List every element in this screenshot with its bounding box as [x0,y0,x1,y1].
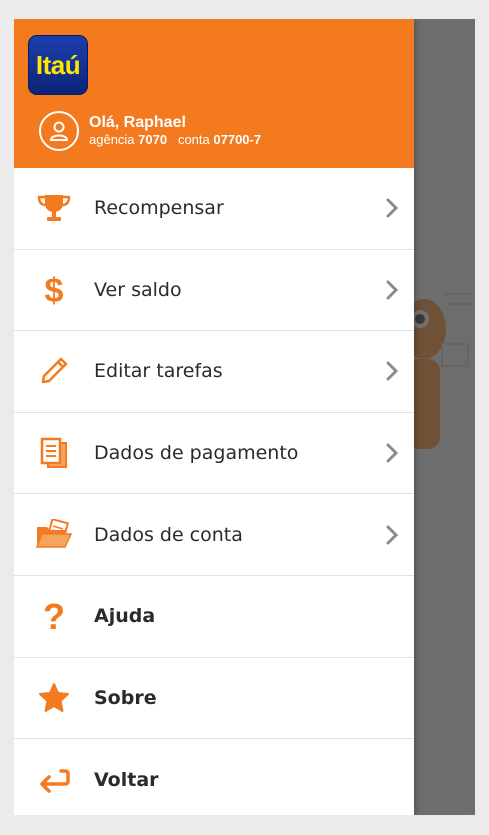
pencil-icon [14,351,94,391]
agency-label: agência [89,132,135,147]
menu-label: Editar tarefas [94,360,223,383]
chevron-right-icon [386,525,399,545]
menu-label: Ajuda [94,605,156,628]
agency-number: 7070 [138,132,168,147]
menu-item-ajuda[interactable]: ? Ajuda [14,576,414,658]
menu-label: Dados de pagamento [94,442,299,465]
documents-icon [14,433,94,473]
account-number: 07700-7 [213,132,262,147]
account-label: conta [177,132,210,147]
star-icon [14,678,94,718]
menu-label: Dados de conta [94,523,243,546]
itau-logo: Itaú [28,35,88,95]
menu-item-editar-tarefas[interactable]: Editar tarefas [14,331,414,413]
account-info: agência 7070 conta 07700-7 [89,132,261,148]
back-arrow-icon [14,760,94,800]
menu-item-ver-saldo[interactable]: $ Ver saldo [14,250,414,332]
svg-text:$: $ [45,272,64,308]
user-avatar-icon [39,111,79,151]
user-text: Olá, Raphael agência 7070 conta 07700-7 [89,114,261,148]
drawer-menu: Recompensar $ Ver saldo Editar tarefas D… [14,168,414,815]
drawer-overlay[interactable] [414,19,475,815]
drawer-header: Itaú Olá, Raphael agência 7070 conta 077… [14,19,414,168]
chevron-right-icon [386,198,399,218]
menu-item-dados-de-conta[interactable]: Dados de conta [14,494,414,576]
menu-label: Voltar [94,768,159,791]
chevron-right-icon [386,361,399,381]
menu-label: Ver saldo [94,278,182,301]
navigation-drawer: Itaú Olá, Raphael agência 7070 conta 077… [14,19,414,815]
chevron-right-icon [386,443,399,463]
menu-item-recompensar[interactable]: Recompensar [14,168,414,250]
logo-text: Itaú [35,49,81,80]
chevron-right-icon [386,280,399,300]
menu-item-sobre[interactable]: Sobre [14,658,414,740]
app-screen: Itaú Olá, Raphael agência 7070 conta 077… [14,19,475,815]
menu-label: Sobre [94,686,157,709]
svg-text:?: ? [43,598,65,634]
menu-item-voltar[interactable]: Voltar [14,739,414,815]
user-info: Olá, Raphael agência 7070 conta 07700-7 [39,111,261,151]
menu-label: Recompensar [94,197,224,220]
folder-icon [14,515,94,555]
dollar-icon: $ [14,270,94,310]
question-icon: ? [14,596,94,636]
trophy-icon [14,188,94,228]
menu-item-dados-de-pagamento[interactable]: Dados de pagamento [14,413,414,495]
user-greeting: Olá, Raphael [89,114,186,131]
